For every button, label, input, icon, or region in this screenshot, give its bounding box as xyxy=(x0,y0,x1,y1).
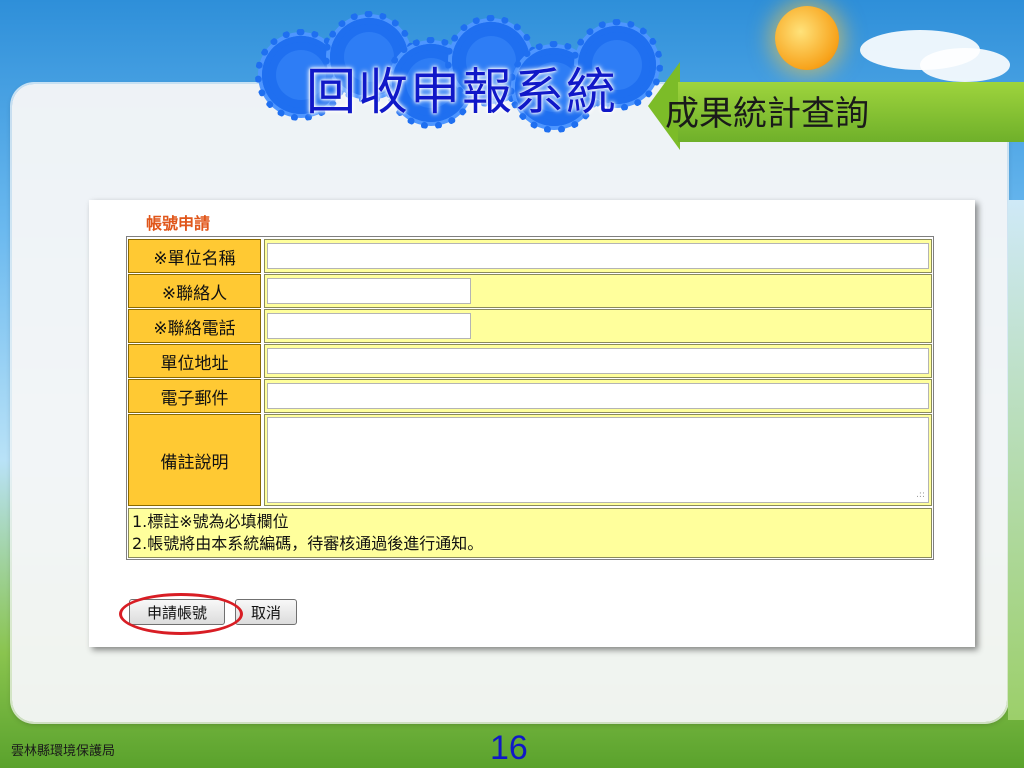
field-cell xyxy=(264,309,932,343)
field-label: ※聯絡人 xyxy=(128,274,261,308)
note-line: 1.標註※號為必填欄位 xyxy=(132,512,289,531)
field-label: 單位地址 xyxy=(128,344,261,378)
account-application-table: ※單位名稱 ※聯絡人 ※聯絡電話 單位地址 電子郵件 備註說明 .:: 1.標註… xyxy=(126,236,934,560)
field-label: 電子郵件 xyxy=(128,379,261,413)
slide-title: 回收申報系統 xyxy=(306,63,618,121)
contact-phone-input[interactable] xyxy=(267,313,471,339)
embedded-form-screenshot: 帳號申請 ※單位名稱 ※聯絡人 ※聯絡電話 單位地址 電子郵件 備註說明 .::… xyxy=(89,200,975,647)
field-label: ※單位名稱 xyxy=(128,239,261,273)
field-cell: .:: xyxy=(264,414,932,506)
sun-icon xyxy=(775,6,839,70)
table-row: 備註說明 .:: xyxy=(128,414,932,506)
form-heading: 帳號申請 xyxy=(146,214,211,233)
page-number: 16 xyxy=(490,729,528,767)
note-line: 2.帳號將由本系統編碼，待審核通過後進行通知。 xyxy=(132,534,484,553)
contact-person-input[interactable] xyxy=(267,278,471,304)
field-cell xyxy=(264,274,932,308)
remarks-textarea[interactable]: .:: xyxy=(267,417,929,503)
field-cell xyxy=(264,239,932,273)
highlight-circle xyxy=(119,593,243,635)
textarea-resize-grip-icon[interactable]: .:: xyxy=(916,491,925,500)
unit-name-input[interactable] xyxy=(267,243,929,269)
table-row: ※聯絡電話 xyxy=(128,309,932,343)
organization-name: 雲林縣環境保護局 xyxy=(11,744,116,759)
table-row: ※聯絡人 xyxy=(128,274,932,308)
field-label: 備註說明 xyxy=(128,414,261,506)
cancel-button[interactable]: 取消 xyxy=(235,599,297,625)
field-cell xyxy=(264,379,932,413)
form-notes: 1.標註※號為必填欄位 2.帳號將由本系統編碼，待審核通過後進行通知。 xyxy=(128,508,932,558)
email-input[interactable] xyxy=(267,383,929,409)
unit-address-input[interactable] xyxy=(267,348,929,374)
field-label: ※聯絡電話 xyxy=(128,309,261,343)
side-decoration xyxy=(1008,200,1024,720)
table-row: ※單位名稱 xyxy=(128,239,932,273)
field-cell xyxy=(264,344,932,378)
table-row: 單位地址 xyxy=(128,344,932,378)
table-row: 電子郵件 xyxy=(128,379,932,413)
slide-subtitle: 成果統計查詢 xyxy=(665,94,869,134)
